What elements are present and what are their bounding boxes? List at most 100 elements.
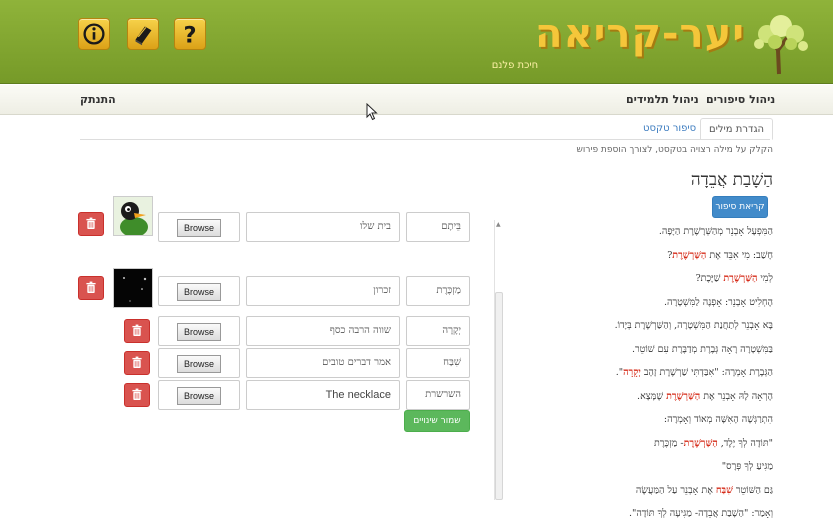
word-field[interactable]: השרשרת bbox=[406, 380, 470, 410]
story-line-text[interactable]: וְאָמַר: "הַשָׁבַת אֲבֵדָה- מַגִּיעָה לְ… bbox=[629, 508, 773, 519]
image-file-input[interactable]: Browse bbox=[158, 348, 240, 378]
definition-field[interactable]: The necklace bbox=[246, 380, 400, 410]
definition-field[interactable]: שווה הרבה כסף bbox=[246, 316, 400, 346]
delete-word-button[interactable] bbox=[124, 383, 150, 407]
browse-button[interactable]: Browse bbox=[177, 355, 222, 373]
story-line-text[interactable]: "תּוֹדָה לְךָ יֶלֶד, bbox=[718, 438, 773, 449]
nav-manage-stories[interactable]: ניהול סיפורים bbox=[706, 93, 775, 106]
image-file-input[interactable]: Browse bbox=[158, 380, 240, 410]
definition-field[interactable]: אמר דברים טובים bbox=[246, 348, 400, 378]
scroll-up-arrow-icon[interactable]: ▲ bbox=[496, 221, 501, 228]
trash-icon bbox=[132, 324, 142, 337]
word-row: יְקָרָה שווה הרבה כסף Browse bbox=[0, 316, 490, 350]
delete-word-button[interactable] bbox=[124, 319, 150, 343]
image-file-input[interactable]: Browse bbox=[158, 276, 240, 306]
story-line[interactable]: הִתְרַגְּשָׁה הָאִשָּׁה מְאוֹד וְאָמְרָה… bbox=[664, 414, 773, 425]
highlighted-word[interactable]: יְקָרָה bbox=[623, 367, 641, 378]
word-row: שִׁבַּח אמר דברים טובים Browse bbox=[0, 348, 490, 382]
browse-button[interactable]: Browse bbox=[177, 387, 222, 405]
story-line[interactable]: בָּא אָבְנֵר לְתַחֲנַת הַמִּשְׁטָרָה, וְ… bbox=[615, 320, 773, 331]
story-line[interactable]: חָשַׁב: מִי אִבֵּד אֶת הַשַּׁרְשֶׁרֶת? bbox=[667, 250, 773, 261]
trash-icon bbox=[86, 217, 96, 230]
read-story-button[interactable]: קריאת סיפור bbox=[712, 196, 768, 218]
story-line[interactable]: בַּמִּשְׁטָרָה רָאָה גְּבֶרֶת מְדַבֶּרֶת… bbox=[632, 344, 773, 355]
logo-title: יער-קריאה bbox=[534, 11, 745, 57]
navbar: ניהול סיפורים ניהול תלמידים התנתק bbox=[0, 85, 833, 115]
logout-link[interactable]: התנתק bbox=[80, 93, 116, 106]
tab-story-text[interactable]: סיפור טקסט bbox=[635, 118, 704, 140]
app-logo[interactable]: יער-קריאה חיכת פלנם bbox=[455, 10, 815, 76]
word-field[interactable]: מַזְכֶּרֶת bbox=[406, 276, 470, 306]
story-line[interactable]: וְאָמַר: "הַשָׁבַת אֲבֵדָה- מַגִּיעָה לְ… bbox=[629, 508, 773, 519]
story-line-text[interactable]: ". bbox=[616, 367, 623, 378]
image-file-input[interactable]: Browse bbox=[158, 316, 240, 346]
story-line-text[interactable]: שַׁיֶּכֶת? bbox=[696, 273, 724, 284]
help-button[interactable]: ? bbox=[174, 18, 206, 50]
trash-icon bbox=[86, 281, 96, 294]
save-changes-button[interactable]: שמור שינויים bbox=[404, 410, 470, 432]
browse-button[interactable]: Browse bbox=[177, 283, 222, 301]
tab-word-settings[interactable]: הגדרת מילים bbox=[700, 118, 774, 140]
dark-image bbox=[113, 268, 153, 308]
info-icon bbox=[83, 23, 105, 45]
tabs-divider bbox=[80, 139, 770, 140]
help-icon: ? bbox=[183, 22, 196, 48]
app-header: ? יער-קריאה חיכת פלנם bbox=[0, 0, 833, 84]
story-line-text[interactable]: הַגְּבֶרֶת אָמְרָה: "אִבַּדְתִּי שַׁרְשֶ… bbox=[641, 367, 773, 378]
highlighted-word[interactable]: הַשַּׁרְשֶׁרֶת bbox=[723, 273, 757, 284]
browse-button[interactable]: Browse bbox=[177, 323, 222, 341]
svg-text:?: ? bbox=[183, 22, 196, 48]
story-line-text[interactable]: שֶׁמָּצָא. bbox=[637, 391, 666, 402]
story-line-text[interactable]: גַּם הַשּׁוֹטֵר bbox=[733, 485, 773, 496]
story-line-text[interactable]: מַגִּיעַ לְךָ פְּרָס" bbox=[722, 461, 773, 472]
book-button[interactable] bbox=[127, 18, 159, 50]
story-line-text[interactable]: הֶרְאָה לָהּ אָבְנֵר אֶת bbox=[700, 391, 773, 402]
story-line-text[interactable]: אֶת אָבְנֵר עַל הַמַּעֲשֶׂה bbox=[636, 485, 716, 496]
story-line[interactable]: הַמִּפְעָל אָבְנֵר מְהַשְּׁרָשֶׁרֶת הַיָ… bbox=[659, 226, 773, 237]
story-line-text[interactable]: הִתְרַגְּשָׁה הָאִשָּׁה מְאוֹד וְאָמְרָה… bbox=[664, 414, 773, 425]
story-line[interactable]: לְמִי הַשַּׁרְשֶׁרֶת שַׁיֶּכֶת? bbox=[696, 273, 773, 284]
word-row: השרשרת The necklace Browse bbox=[0, 380, 490, 414]
word-field[interactable]: יְקָרָה bbox=[406, 316, 470, 346]
delete-word-button[interactable] bbox=[78, 212, 104, 236]
mouse-cursor-icon bbox=[366, 103, 378, 121]
story-line-text[interactable]: הֶחְלִיט אָבְנֵר: אָפְנֶה לַמִּשְׁטָרָה. bbox=[664, 297, 773, 308]
definition-field[interactable]: זכרון bbox=[246, 276, 400, 306]
story-line-text[interactable]: חָשַׁב: מִי אִבֵּד אֶת bbox=[706, 250, 773, 261]
story-line-text[interactable]: - מַזְכֶּרֶת bbox=[654, 438, 684, 449]
word-row: בֵּיתָם בית שלו Browse bbox=[0, 196, 490, 246]
story-line[interactable]: גַּם הַשּׁוֹטֵר שִׁבַּח אֶת אָבְנֵר עַל … bbox=[636, 485, 773, 496]
word-field[interactable]: שִׁבַּח bbox=[406, 348, 470, 378]
trash-icon bbox=[132, 388, 142, 401]
story-line-text[interactable]: בַּמִּשְׁטָרָה רָאָה גְּבֶרֶת מְדַבֶּרֶת… bbox=[632, 344, 773, 355]
story-line-text[interactable]: הַמִּפְעָל אָבְנֵר מְהַשְּׁרָשֶׁרֶת הַיָ… bbox=[659, 226, 773, 237]
instruction-text: הקלק על מילה רצויה בטקסט, לצורך הוספת פי… bbox=[576, 145, 773, 155]
story-line[interactable]: מַגִּיעַ לְךָ פְּרָס" bbox=[722, 461, 773, 472]
duck-character-image bbox=[113, 196, 153, 236]
delete-word-button[interactable] bbox=[124, 351, 150, 375]
scrollbar-thumb[interactable] bbox=[495, 292, 503, 500]
highlighted-word[interactable]: הַשַּׁרְשֶׁרֶת bbox=[672, 250, 706, 261]
word-row: מַזְכֶּרֶת זכרון Browse bbox=[0, 268, 490, 310]
story-line-text[interactable]: לְמִי bbox=[757, 273, 773, 284]
word-field[interactable]: בֵּיתָם bbox=[406, 212, 470, 242]
story-line[interactable]: "תּוֹדָה לְךָ יֶלֶד, הַשַּׁרְשֶׁרֶת- מַז… bbox=[654, 438, 773, 449]
logo-subtitle: חיכת פלנם bbox=[491, 60, 539, 71]
book-icon bbox=[135, 26, 152, 46]
story-line[interactable]: הֶחְלִיט אָבְנֵר: אָפְנֶה לַמִּשְׁטָרָה. bbox=[664, 297, 773, 308]
highlighted-word[interactable]: הַשַּׁרְשֶׁרֶת bbox=[684, 438, 718, 449]
nav-manage-students[interactable]: ניהול תלמידים bbox=[626, 93, 699, 106]
tree-logo-icon bbox=[754, 15, 808, 75]
browse-button[interactable]: Browse bbox=[177, 219, 222, 237]
delete-word-button[interactable] bbox=[78, 276, 104, 300]
story-title: הַשָׁבַת אֲבֵדָה bbox=[690, 170, 773, 190]
info-button[interactable] bbox=[78, 18, 110, 50]
story-line-text[interactable]: בָּא אָבְנֵר לְתַחֲנַת הַמִּשְׁטָרָה, וְ… bbox=[615, 320, 773, 331]
highlighted-word[interactable]: שִׁבַּח bbox=[716, 485, 733, 496]
image-file-input[interactable]: Browse bbox=[158, 212, 240, 242]
highlighted-word[interactable]: הַשַּׁרְשֶׁרֶת bbox=[666, 391, 700, 402]
definition-field[interactable]: בית שלו bbox=[246, 212, 400, 242]
story-line[interactable]: הֶרְאָה לָהּ אָבְנֵר אֶת הַשַּׁרְשֶׁרֶת … bbox=[637, 391, 773, 402]
trash-icon bbox=[132, 356, 142, 369]
story-line[interactable]: הַגְּבֶרֶת אָמְרָה: "אִבַּדְתִּי שַׁרְשֶ… bbox=[616, 367, 773, 378]
